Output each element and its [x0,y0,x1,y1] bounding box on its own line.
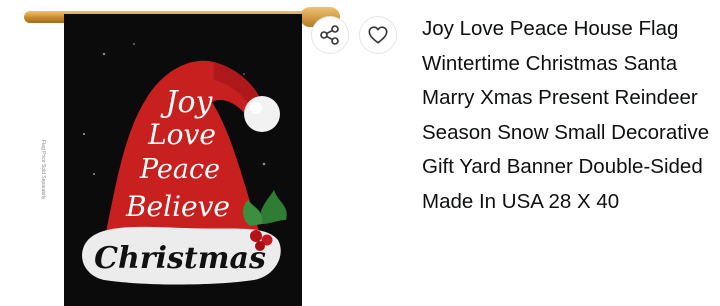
wishlist-button[interactable] [360,17,396,53]
hat-word-peace: Peace [139,154,220,185]
santa-hat-illustration: Joy Love Peace Believe Christmas [82,43,287,285]
hat-word-joy: Joy [159,85,213,120]
flag-side-caption: Flag Price Sold Separately [40,140,46,200]
product-image[interactable]: Joy Love Peace Believe Christmas Flag Pr… [0,0,408,306]
product-title: Joy Love Peace House Flag Wintertime Chr… [422,17,710,213]
flag-graphic: Joy Love Peace Believe Christmas [64,14,302,306]
heart-outline-icon [368,26,388,44]
hat-word-believe: Believe [125,190,230,223]
brim-word-christmas: Christmas [94,241,266,276]
hat-word-love: Love [147,118,216,151]
share-icon [320,25,339,45]
share-button[interactable] [312,17,348,53]
